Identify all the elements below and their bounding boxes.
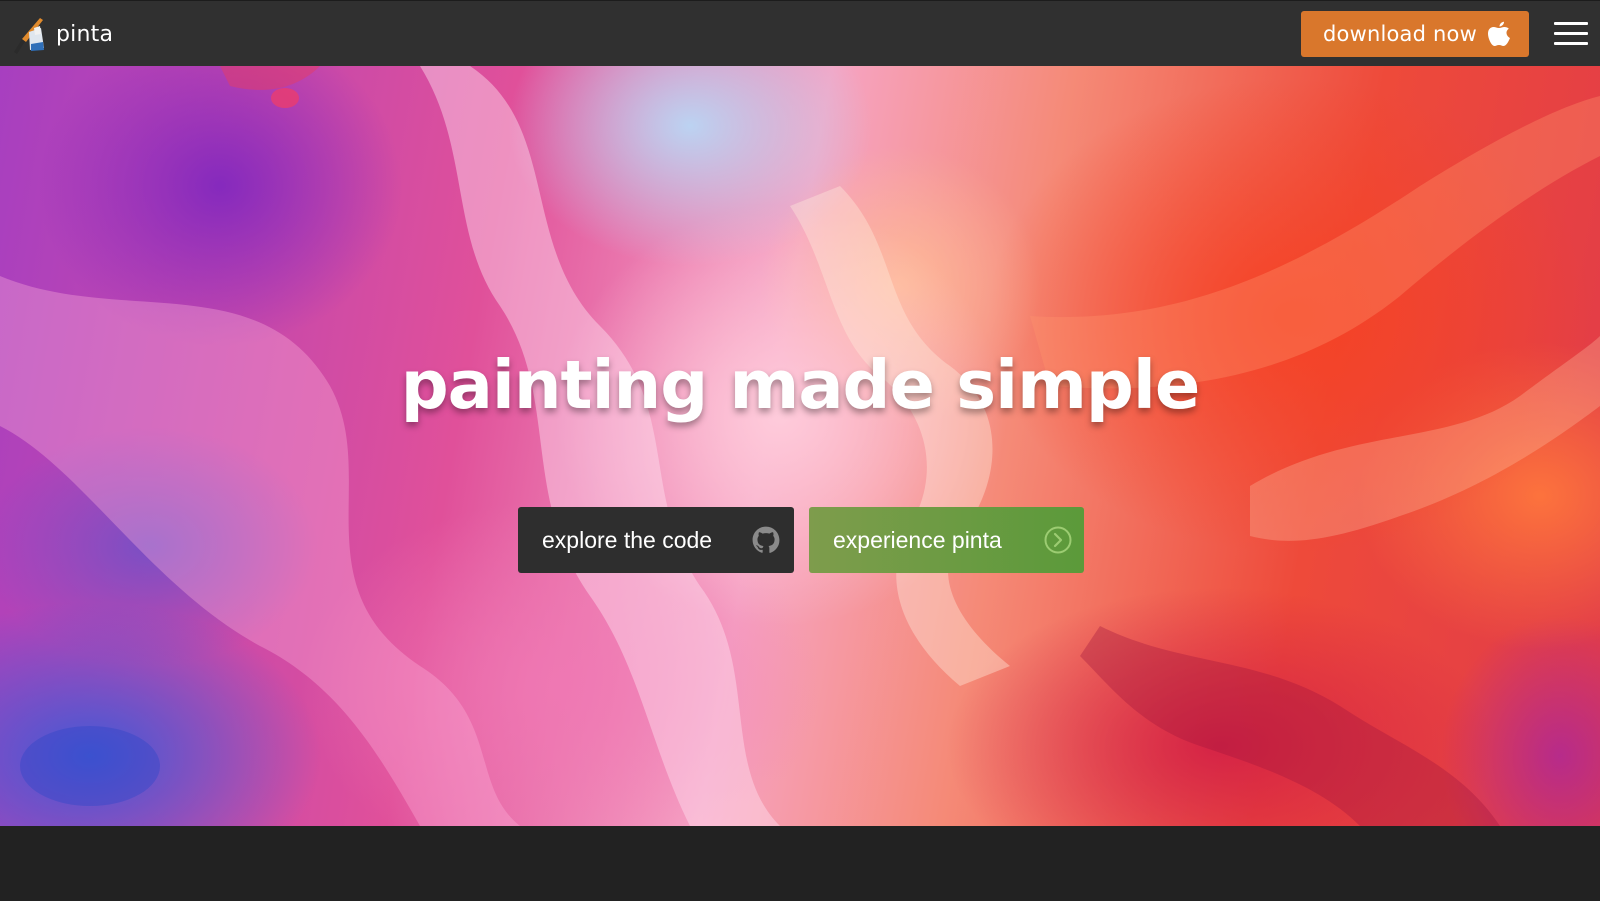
experience-pinta-label: experience pinta xyxy=(833,526,1002,553)
top-navbar: pinta download now xyxy=(0,0,1600,66)
hero-banner: painting made simple explore the code ex… xyxy=(0,66,1600,826)
explore-code-button[interactable]: explore the code xyxy=(518,507,794,573)
hero-title: painting made simple xyxy=(400,346,1201,424)
page: pinta download now painting made simple … xyxy=(0,0,1600,901)
hamburger-menu-button[interactable] xyxy=(1554,19,1588,49)
explore-code-label: explore the code xyxy=(542,526,713,553)
menu-bar xyxy=(1554,32,1588,35)
download-now-button[interactable]: download now xyxy=(1301,11,1529,57)
brand-name: pinta xyxy=(56,21,114,47)
brand-home-link[interactable]: pinta xyxy=(10,14,113,54)
page-bottom-band xyxy=(0,826,1600,901)
apple-icon xyxy=(1488,21,1510,46)
paint-swirl-background xyxy=(0,66,1600,826)
chevron-right-circle-icon xyxy=(1044,526,1072,554)
github-icon xyxy=(752,526,780,553)
download-button-label: download now xyxy=(1323,22,1477,46)
experience-pinta-button[interactable]: experience pinta xyxy=(809,507,1084,573)
menu-bar xyxy=(1554,22,1588,25)
pinta-logo-icon xyxy=(14,18,44,54)
menu-bar xyxy=(1554,42,1588,45)
